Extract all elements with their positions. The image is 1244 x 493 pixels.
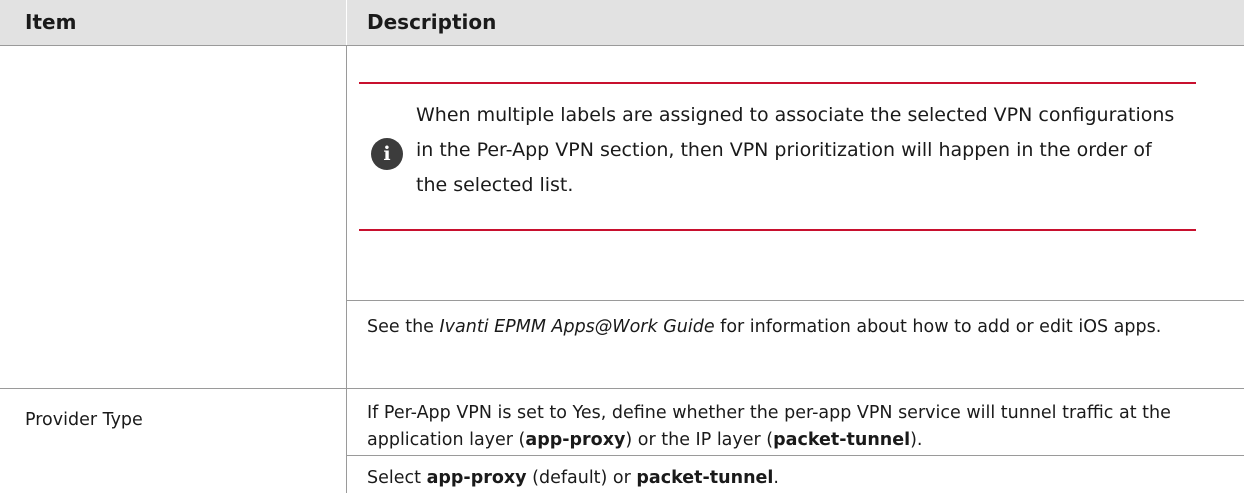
see-suffix: for information about how to add or edit… [714, 317, 1162, 337]
see-prefix: See the [367, 317, 440, 337]
header-item: Item [25, 10, 77, 34]
select-packet-tunnel: packet-tunnel [636, 468, 774, 488]
info-icon: i [371, 138, 403, 170]
select-text: Select app-proxy (default) or packet-tun… [367, 465, 1227, 492]
desc-part3: ). [910, 430, 923, 450]
note-bottom-rule [359, 229, 1196, 231]
provider-type-label: Provider Type [25, 410, 143, 430]
header-column-divider [346, 0, 347, 45]
desc-part2: ) or the IP layer ( [625, 430, 774, 450]
table-header-row: Item Description [0, 0, 1244, 46]
app-proxy-term: app-proxy [525, 430, 626, 450]
note-top-rule [359, 82, 1196, 84]
select-suffix: . [773, 468, 779, 488]
note-text: When multiple labels are assigned to ass… [416, 104, 1175, 196]
cell-divider [347, 300, 1244, 301]
description-table: Item Description i When multiple labels … [0, 0, 1244, 493]
guide-title: Ivanti EPMM Apps@Work Guide [439, 317, 715, 337]
select-prefix: Select [367, 468, 427, 488]
see-guide-text: See the Ivanti EPMM Apps@Work Guide for … [367, 314, 1207, 341]
header-description: Description [367, 10, 497, 34]
provider-type-description: If Per-App VPN is set to Yes, define whe… [367, 400, 1227, 454]
column-divider [346, 45, 347, 493]
select-app-proxy: app-proxy [426, 468, 527, 488]
row-divider [0, 388, 1244, 389]
cell-divider-2 [347, 455, 1244, 456]
select-middle: (default) or [526, 468, 637, 488]
packet-tunnel-term: packet-tunnel [773, 430, 911, 450]
